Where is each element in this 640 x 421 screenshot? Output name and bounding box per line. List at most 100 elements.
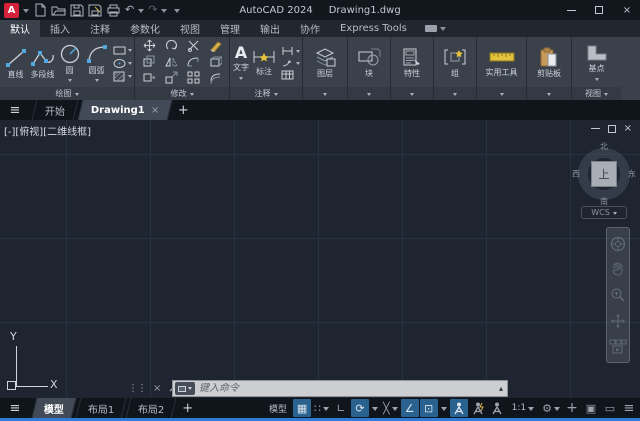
hatch-button[interactable] — [113, 71, 132, 82]
scale-button[interactable] — [165, 71, 178, 87]
linear-dimension-button[interactable] — [281, 46, 300, 56]
ribbon-tab-annotate[interactable]: 注释 — [80, 20, 120, 37]
modify-panel-title[interactable]: 修改 — [135, 87, 229, 100]
arc-flyout-icon[interactable] — [95, 79, 99, 84]
annotate-panel-title[interactable]: 注释 — [230, 87, 302, 100]
qat-customize-icon[interactable] — [174, 9, 180, 16]
circle-flyout-icon[interactable] — [68, 79, 72, 84]
ribbon-tab-parametric[interactable]: 参数化 — [120, 20, 170, 37]
maximize-button[interactable] — [586, 1, 612, 19]
offset-button[interactable] — [209, 71, 222, 87]
drawing1-tab[interactable]: Drawing1× — [78, 100, 173, 120]
utilities-panel-flyout[interactable] — [477, 87, 526, 100]
dimension-button[interactable]: 标注 — [252, 39, 276, 87]
new-layout-button[interactable]: + — [175, 398, 201, 418]
viewcube-top-face[interactable]: 上 — [591, 161, 617, 187]
isolate-objects-button[interactable]: ▣ — [582, 399, 600, 417]
rectangle-button[interactable] — [113, 45, 132, 56]
block-panel-flyout[interactable] — [348, 87, 390, 100]
doc-minimize-button[interactable] — [591, 128, 600, 129]
layer-properties-button[interactable]: 图层 — [305, 39, 345, 87]
copy-button[interactable] — [143, 55, 156, 71]
clipboard-panel-flyout[interactable] — [527, 87, 571, 100]
pan-icon[interactable] — [611, 261, 625, 277]
orbit-icon[interactable] — [610, 313, 626, 329]
properties-panel-flyout[interactable] — [391, 87, 433, 100]
polar-tracking-toggle[interactable]: ⟳ — [351, 399, 369, 417]
app-menu-chevron-icon[interactable] — [23, 9, 29, 16]
ribbon-tab-home[interactable]: 默认 — [0, 20, 40, 37]
workspace-switching-button[interactable]: ⚙ — [540, 399, 562, 417]
osnap-dropdown[interactable] — [439, 399, 449, 417]
workspace-dropdown-icon[interactable] — [554, 407, 560, 414]
recent-commands-button[interactable] — [175, 382, 195, 395]
close-button[interactable]: × — [614, 1, 640, 19]
object-snap-toggle[interactable]: ⊡ — [420, 399, 438, 417]
annotation-autoscale-toggle[interactable] — [469, 399, 487, 417]
array-button[interactable] — [187, 71, 200, 87]
command-close-icon[interactable]: × — [153, 383, 161, 394]
paste-button[interactable]: 剪贴板 — [529, 39, 569, 87]
draw-panel-title[interactable]: 绘图 — [0, 87, 134, 100]
properties-button[interactable]: 特性 — [393, 39, 431, 87]
command-history-up-icon[interactable]: ▴ — [495, 384, 507, 393]
grip-icon[interactable]: ⋮⋮ — [128, 383, 146, 394]
model-tab[interactable]: 模型 — [32, 398, 77, 418]
annotation-visibility-toggle[interactable] — [450, 399, 468, 417]
viewcube-south-label[interactable]: 南 — [600, 196, 608, 207]
customization-plus-button[interactable]: + — [563, 399, 581, 417]
viewcube-west-label[interactable]: 西 — [572, 169, 580, 180]
viewport-controls[interactable]: [-][俯视][二维线框] — [4, 123, 91, 138]
show-motion-icon[interactable] — [609, 338, 627, 354]
ortho-mode-toggle[interactable]: ∟ — [332, 399, 350, 417]
file-tab-menu-button[interactable]: ≡ — [0, 100, 30, 120]
layers-panel-flyout[interactable] — [303, 87, 347, 100]
table-button[interactable] — [281, 70, 300, 80]
save-as-icon[interactable] — [88, 3, 102, 17]
snap-mode-toggle[interactable]: ∷ — [312, 399, 331, 417]
erase-button[interactable] — [209, 39, 222, 55]
mirror-button[interactable] — [165, 55, 178, 71]
ribbon-tab-express-tools[interactable]: Express Tools — [330, 20, 417, 37]
plot-icon[interactable] — [106, 3, 121, 17]
fillet-button[interactable] — [187, 55, 200, 71]
ribbon-tab-manage[interactable]: 管理 — [210, 20, 250, 37]
drawing-canvas[interactable]: [-][俯视][二维线框] × 上 北 南 西 东 WCS Y — [0, 120, 640, 398]
new-file-icon[interactable] — [33, 3, 47, 17]
object-snap-tracking-toggle[interactable]: ∠ — [401, 399, 419, 417]
redo-dropdown-icon[interactable] — [161, 9, 167, 16]
undo-dropdown-icon[interactable] — [138, 9, 144, 16]
viewcube-north-label[interactable]: 北 — [600, 141, 608, 152]
layout2-tab[interactable]: 布局2 — [126, 398, 177, 418]
annotation-scale-value[interactable]: 1:1 — [507, 399, 539, 417]
leader-button[interactable] — [281, 58, 300, 68]
minimize-button[interactable] — [558, 1, 584, 19]
start-tab[interactable]: 开始 — [32, 100, 79, 120]
polar-dropdown[interactable] — [370, 399, 380, 417]
ribbon-tab-insert[interactable]: 插入 — [40, 20, 80, 37]
move-button[interactable] — [143, 39, 156, 55]
ribbon-display-toggle[interactable] — [417, 20, 454, 37]
grid-display-toggle[interactable]: ▦ — [293, 399, 311, 417]
isodraft-dropdown-icon[interactable] — [392, 407, 398, 414]
line-button[interactable]: 直线 — [2, 47, 29, 80]
doc-close-button[interactable]: × — [624, 123, 632, 134]
new-drawing-tab-button[interactable]: + — [170, 100, 196, 120]
save-icon[interactable] — [70, 3, 84, 17]
ribbon-tab-collaborate[interactable]: 协作 — [290, 20, 330, 37]
annotation-scale-icon-button[interactable] — [488, 399, 506, 417]
layout-menu-button[interactable]: ≡ — [0, 398, 30, 418]
stretch-button[interactable] — [143, 71, 156, 87]
tab-close-icon[interactable]: × — [151, 105, 159, 116]
text-button[interactable]: A 文字 — [232, 39, 250, 87]
navigation-wheel-icon[interactable] — [610, 236, 626, 252]
clean-screen-button[interactable]: ▭ — [601, 399, 619, 417]
isometric-drafting-toggle[interactable]: ╳ — [381, 399, 400, 417]
ellipse-button[interactable] — [113, 58, 132, 69]
open-file-icon[interactable] — [51, 3, 66, 17]
wcs-button[interactable]: WCS — [581, 206, 627, 219]
trim-button[interactable] — [187, 39, 200, 55]
command-line[interactable]: ▴ — [172, 380, 508, 397]
scale-dropdown-icon[interactable] — [528, 407, 534, 414]
viewcube-east-label[interactable]: 东 — [628, 169, 636, 180]
